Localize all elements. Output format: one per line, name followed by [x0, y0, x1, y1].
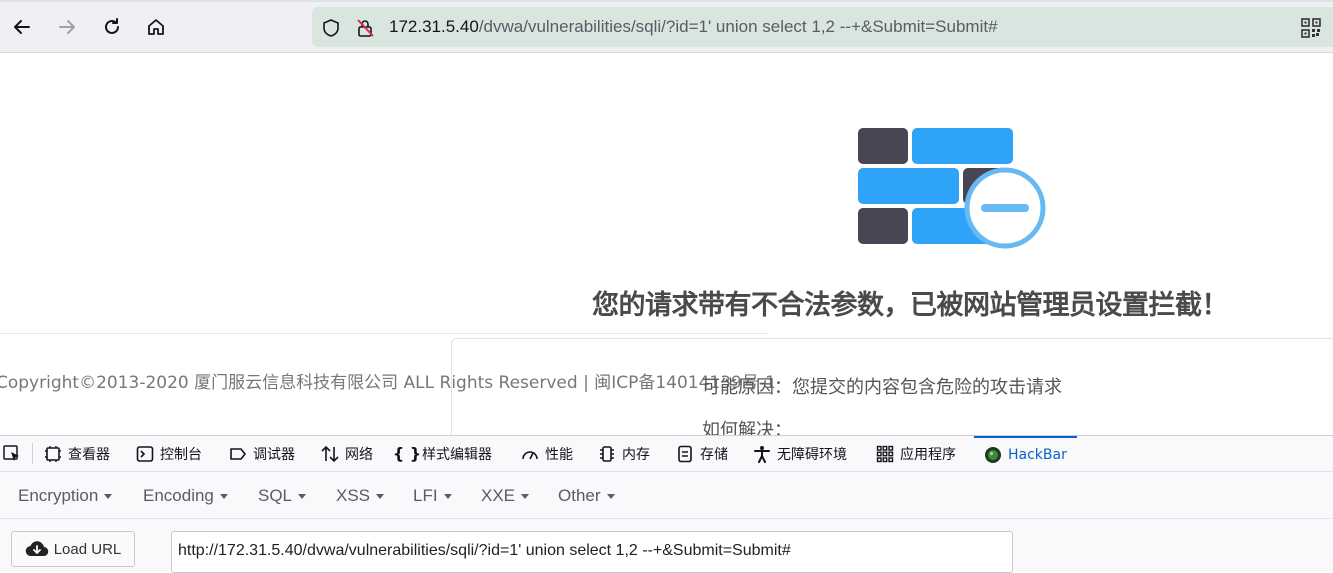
url-path: /dvwa/vulnerabilities/sqli/?id=1' union …: [478, 17, 998, 36]
tab-storage[interactable]: 存储: [676, 436, 728, 471]
tab-label: 存储: [700, 446, 728, 463]
hackbar-icon: [984, 446, 1002, 464]
hackbar-url-input[interactable]: http://172.31.5.40/dvwa/vulnerabilities/…: [171, 531, 1013, 573]
qr-code-icon[interactable]: [1300, 17, 1322, 39]
performance-icon: [521, 445, 539, 463]
home-icon: [148, 19, 164, 35]
chevron-down-icon: [443, 494, 452, 500]
menu-encryption[interactable]: Encryption: [18, 486, 113, 506]
tab-label: 性能: [545, 446, 573, 463]
insecure-lock-icon[interactable]: [354, 17, 376, 39]
back-button[interactable]: [7, 12, 37, 42]
tab-debugger[interactable]: 调试器: [229, 436, 295, 471]
tab-separator: [32, 443, 33, 464]
tab-label: 内存: [622, 446, 650, 463]
tab-label: 应用程序: [900, 446, 956, 463]
tab-console[interactable]: 控制台: [136, 436, 202, 471]
tab-label: 无障碍环境: [777, 446, 847, 463]
tab-label: 调试器: [253, 446, 295, 463]
chevron-down-icon: [219, 494, 228, 500]
forward-arrow-icon: [59, 20, 75, 34]
network-icon: [321, 445, 339, 463]
chevron-down-icon: [606, 494, 615, 500]
tab-label: 查看器: [68, 446, 110, 463]
debugger-icon: [229, 445, 247, 463]
tab-hackbar[interactable]: HackBar: [974, 436, 1077, 471]
page-content: 您的请求带有不合法参数，已被网站管理员设置拦截！ Copyright©2013-…: [0, 53, 1333, 435]
devtools-tab-bar: 查看器 控制台 调试器 网络 { } 样式编辑器 性能 内存 存储 无障碍环境 …: [0, 436, 1333, 472]
tab-application[interactable]: 应用程序: [876, 436, 956, 471]
menu-label: SQL: [258, 486, 293, 505]
divider: [0, 333, 768, 334]
cloud-download-icon: [25, 541, 48, 557]
url-host: 172.31.5.40: [389, 17, 479, 36]
menu-label: XXE: [481, 486, 516, 505]
reload-icon: [105, 18, 119, 34]
chevron-down-icon: [376, 494, 385, 500]
block-message: 您的请求带有不合法参数，已被网站管理员设置拦截！: [592, 290, 1229, 321]
accessibility-icon: [753, 445, 771, 463]
tab-label: 控制台: [160, 446, 202, 463]
tab-label: 网络: [345, 446, 373, 463]
load-url-label: Load URL: [53, 540, 122, 558]
tab-memory[interactable]: 内存: [598, 436, 650, 471]
tab-performance[interactable]: 性能: [521, 436, 573, 471]
tab-label: 样式编辑器: [422, 446, 492, 463]
element-picker-icon: [3, 444, 21, 463]
url-text[interactable]: 172.31.5.40/dvwa/vulnerabilities/sqli/?i…: [389, 17, 998, 37]
tab-network[interactable]: 网络: [321, 436, 373, 471]
hackbar-menu: Encryption Encoding SQL XSS LFI XXE Othe…: [0, 472, 1333, 519]
tab-label: HackBar: [1008, 446, 1067, 463]
menu-label: LFI: [413, 486, 438, 505]
application-icon: [876, 445, 894, 463]
back-arrow-icon: [14, 20, 30, 34]
howto-text: 如何解决：: [702, 420, 792, 435]
reload-button[interactable]: [97, 12, 127, 42]
storage-icon: [676, 445, 694, 463]
console-icon: [136, 445, 154, 463]
menu-xss[interactable]: XSS: [336, 486, 385, 506]
element-picker-button[interactable]: [3, 436, 21, 471]
chevron-down-icon: [104, 494, 113, 500]
tab-style-editor[interactable]: { } 样式编辑器: [392, 436, 492, 471]
menu-other[interactable]: Other: [558, 486, 615, 506]
menu-label: Encoding: [143, 486, 214, 505]
address-bar[interactable]: 172.31.5.40/dvwa/vulnerabilities/sqli/?i…: [312, 7, 1333, 47]
menu-encoding[interactable]: Encoding: [143, 486, 228, 506]
browser-toolbar: 172.31.5.40/dvwa/vulnerabilities/sqli/?i…: [0, 0, 1333, 53]
chevron-down-icon: [521, 494, 530, 500]
firewall-logo: [858, 128, 1046, 249]
inspector-icon: [44, 445, 62, 463]
tab-inspector[interactable]: 查看器: [44, 436, 110, 471]
tab-accessibility[interactable]: 无障碍环境: [753, 436, 847, 471]
menu-lfi[interactable]: LFI: [413, 486, 452, 506]
reason-text: 可能原因：您提交的内容包含危险的攻击请求: [702, 377, 1062, 398]
menu-label: XSS: [336, 486, 371, 505]
menu-sql[interactable]: SQL: [258, 486, 307, 506]
menu-label: Other: [558, 486, 601, 505]
forward-button[interactable]: [52, 12, 82, 42]
shield-icon[interactable]: [320, 17, 342, 39]
style-editor-icon: { }: [392, 444, 422, 463]
memory-icon: [598, 445, 616, 463]
copyright-text: Copyright©2013-2020 厦门服云信息科技有限公司 ALL Rig…: [0, 373, 776, 393]
devtools-panel: 查看器 控制台 调试器 网络 { } 样式编辑器 性能 内存 存储 无障碍环境 …: [0, 435, 1333, 573]
chevron-down-icon: [298, 494, 307, 500]
load-url-button[interactable]: Load URL: [11, 531, 135, 567]
menu-xxe[interactable]: XXE: [481, 486, 530, 506]
menu-label: Encryption: [18, 486, 99, 505]
home-button[interactable]: [141, 12, 171, 42]
